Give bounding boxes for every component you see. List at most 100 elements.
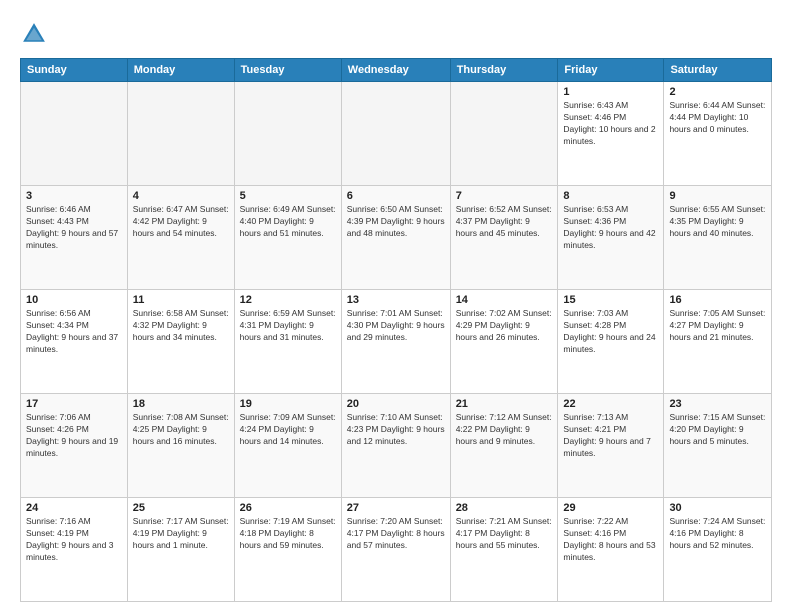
day-info: Sunrise: 7:09 AM Sunset: 4:24 PM Dayligh… bbox=[240, 412, 336, 448]
day-info: Sunrise: 6:47 AM Sunset: 4:42 PM Dayligh… bbox=[133, 204, 229, 240]
day-cell: 6Sunrise: 6:50 AM Sunset: 4:39 PM Daylig… bbox=[341, 186, 450, 290]
day-cell: 26Sunrise: 7:19 AM Sunset: 4:18 PM Dayli… bbox=[234, 498, 341, 602]
day-number: 21 bbox=[456, 398, 553, 410]
day-info: Sunrise: 7:01 AM Sunset: 4:30 PM Dayligh… bbox=[347, 308, 445, 344]
day-info: Sunrise: 6:50 AM Sunset: 4:39 PM Dayligh… bbox=[347, 204, 445, 240]
header-day-sunday: Sunday bbox=[21, 59, 128, 82]
day-info: Sunrise: 6:56 AM Sunset: 4:34 PM Dayligh… bbox=[26, 308, 122, 356]
day-cell: 2 Sunrise: 6:44 AM Sunset: 4:44 PM Daylig… bbox=[664, 82, 772, 186]
day-info: Sunrise: 7:15 AM Sunset: 4:20 PM Dayligh… bbox=[669, 412, 766, 448]
day-number: 1 bbox=[563, 86, 658, 98]
day-number: 4 bbox=[133, 190, 229, 202]
day-cell: 4 Sunrise: 6:47 AM Sunset: 4:42 PM Daylig… bbox=[127, 186, 234, 290]
day-number: 10 bbox=[26, 294, 122, 306]
day-cell: 23 Sunrise: 7:15 AM Sunset: 4:20 PM Dayli… bbox=[664, 394, 772, 498]
day-info: Sunrise: 6:55 AM Sunset: 4:35 PM Dayligh… bbox=[669, 204, 766, 240]
day-info: Sunrise: 7:22 AM Sunset: 4:16 PM Dayligh… bbox=[563, 516, 658, 564]
day-cell: 28Sunrise: 7:21 AM Sunset: 4:17 PM Dayli… bbox=[450, 498, 558, 602]
day-info: Sunrise: 7:12 AM Sunset: 4:22 PM Dayligh… bbox=[456, 412, 553, 448]
day-cell: 24 Sunrise: 7:16 AM Sunset: 4:19 PM Dayli… bbox=[21, 498, 128, 602]
day-number: 19 bbox=[240, 398, 336, 410]
day-number: 8 bbox=[563, 190, 658, 202]
day-cell: 25 Sunrise: 7:17 AM Sunset: 4:19 PM Dayli… bbox=[127, 498, 234, 602]
header-day-saturday: Saturday bbox=[664, 59, 772, 82]
day-cell bbox=[450, 82, 558, 186]
day-number: 2 bbox=[669, 86, 766, 98]
day-number: 13 bbox=[347, 294, 445, 306]
day-number: 3 bbox=[26, 190, 122, 202]
day-number: 30 bbox=[669, 502, 766, 514]
header-day-friday: Friday bbox=[558, 59, 664, 82]
week-row-4: 24 Sunrise: 7:16 AM Sunset: 4:19 PM Dayli… bbox=[21, 498, 772, 602]
day-cell bbox=[21, 82, 128, 186]
day-cell: 16 Sunrise: 7:05 AM Sunset: 4:27 PM Dayli… bbox=[664, 290, 772, 394]
week-row-2: 10 Sunrise: 6:56 AM Sunset: 4:34 PM Dayli… bbox=[21, 290, 772, 394]
day-cell: 18 Sunrise: 7:08 AM Sunset: 4:25 PM Dayli… bbox=[127, 394, 234, 498]
day-info: Sunrise: 6:59 AM Sunset: 4:31 PM Dayligh… bbox=[240, 308, 336, 344]
calendar-body: 1Sunrise: 6:43 AM Sunset: 4:46 PM Daylig… bbox=[21, 82, 772, 602]
day-cell: 20 Sunrise: 7:10 AM Sunset: 4:23 PM Dayli… bbox=[341, 394, 450, 498]
day-cell bbox=[127, 82, 234, 186]
day-info: Sunrise: 6:58 AM Sunset: 4:32 PM Dayligh… bbox=[133, 308, 229, 344]
day-cell: 9 Sunrise: 6:55 AM Sunset: 4:35 PM Daylig… bbox=[664, 186, 772, 290]
day-info: Sunrise: 7:20 AM Sunset: 4:17 PM Dayligh… bbox=[347, 516, 445, 552]
day-info: Sunrise: 7:19 AM Sunset: 4:18 PM Dayligh… bbox=[240, 516, 336, 552]
day-info: Sunrise: 7:03 AM Sunset: 4:28 PM Dayligh… bbox=[563, 308, 658, 356]
day-cell: 27 Sunrise: 7:20 AM Sunset: 4:17 PM Dayli… bbox=[341, 498, 450, 602]
day-cell: 8 Sunrise: 6:53 AM Sunset: 4:36 PM Daylig… bbox=[558, 186, 664, 290]
day-cell: 14 Sunrise: 7:02 AM Sunset: 4:29 PM Dayli… bbox=[450, 290, 558, 394]
day-number: 27 bbox=[347, 502, 445, 514]
header-day-wednesday: Wednesday bbox=[341, 59, 450, 82]
page: SundayMondayTuesdayWednesdayThursdayFrid… bbox=[0, 0, 792, 612]
day-number: 9 bbox=[669, 190, 766, 202]
day-cell: 10 Sunrise: 6:56 AM Sunset: 4:34 PM Dayli… bbox=[21, 290, 128, 394]
day-info: Sunrise: 6:46 AM Sunset: 4:43 PM Dayligh… bbox=[26, 204, 122, 252]
day-number: 25 bbox=[133, 502, 229, 514]
day-info: Sunrise: 7:13 AM Sunset: 4:21 PM Dayligh… bbox=[563, 412, 658, 460]
day-number: 20 bbox=[347, 398, 445, 410]
day-number: 12 bbox=[240, 294, 336, 306]
day-cell: 22 Sunrise: 7:13 AM Sunset: 4:21 PM Dayli… bbox=[558, 394, 664, 498]
day-number: 15 bbox=[563, 294, 658, 306]
day-number: 5 bbox=[240, 190, 336, 202]
day-info: Sunrise: 7:17 AM Sunset: 4:19 PM Dayligh… bbox=[133, 516, 229, 552]
header-row: SundayMondayTuesdayWednesdayThursdayFrid… bbox=[21, 59, 772, 82]
logo bbox=[20, 20, 52, 48]
day-number: 28 bbox=[456, 502, 553, 514]
day-info: Sunrise: 7:08 AM Sunset: 4:25 PM Dayligh… bbox=[133, 412, 229, 448]
day-number: 11 bbox=[133, 294, 229, 306]
day-number: 24 bbox=[26, 502, 122, 514]
day-cell: 15 Sunrise: 7:03 AM Sunset: 4:28 PM Dayli… bbox=[558, 290, 664, 394]
day-number: 23 bbox=[669, 398, 766, 410]
day-info: Sunrise: 6:44 AM Sunset: 4:44 PM Dayligh… bbox=[669, 100, 766, 136]
day-info: Sunrise: 7:10 AM Sunset: 4:23 PM Dayligh… bbox=[347, 412, 445, 448]
header bbox=[20, 16, 772, 48]
day-number: 18 bbox=[133, 398, 229, 410]
day-number: 22 bbox=[563, 398, 658, 410]
day-cell bbox=[341, 82, 450, 186]
day-number: 7 bbox=[456, 190, 553, 202]
day-cell: 29Sunrise: 7:22 AM Sunset: 4:16 PM Dayli… bbox=[558, 498, 664, 602]
day-info: Sunrise: 7:02 AM Sunset: 4:29 PM Dayligh… bbox=[456, 308, 553, 344]
header-day-thursday: Thursday bbox=[450, 59, 558, 82]
day-cell: 3 Sunrise: 6:46 AM Sunset: 4:43 PM Daylig… bbox=[21, 186, 128, 290]
day-info: Sunrise: 6:53 AM Sunset: 4:36 PM Dayligh… bbox=[563, 204, 658, 252]
logo-icon bbox=[20, 20, 48, 48]
day-number: 14 bbox=[456, 294, 553, 306]
day-info: Sunrise: 6:52 AM Sunset: 4:37 PM Dayligh… bbox=[456, 204, 553, 240]
day-cell: 19 Sunrise: 7:09 AM Sunset: 4:24 PM Dayli… bbox=[234, 394, 341, 498]
day-info: Sunrise: 7:16 AM Sunset: 4:19 PM Dayligh… bbox=[26, 516, 122, 564]
day-cell: 11 Sunrise: 6:58 AM Sunset: 4:32 PM Dayli… bbox=[127, 290, 234, 394]
calendar: SundayMondayTuesdayWednesdayThursdayFrid… bbox=[20, 58, 772, 602]
day-number: 17 bbox=[26, 398, 122, 410]
header-day-tuesday: Tuesday bbox=[234, 59, 341, 82]
day-cell: 17Sunrise: 7:06 AM Sunset: 4:26 PM Dayli… bbox=[21, 394, 128, 498]
day-number: 16 bbox=[669, 294, 766, 306]
day-cell: 12 Sunrise: 6:59 AM Sunset: 4:31 PM Dayli… bbox=[234, 290, 341, 394]
day-cell: 5Sunrise: 6:49 AM Sunset: 4:40 PM Daylig… bbox=[234, 186, 341, 290]
week-row-1: 3 Sunrise: 6:46 AM Sunset: 4:43 PM Daylig… bbox=[21, 186, 772, 290]
day-info: Sunrise: 7:24 AM Sunset: 4:16 PM Dayligh… bbox=[669, 516, 766, 552]
week-row-0: 1Sunrise: 6:43 AM Sunset: 4:46 PM Daylig… bbox=[21, 82, 772, 186]
day-cell: 30 Sunrise: 7:24 AM Sunset: 4:16 PM Dayli… bbox=[664, 498, 772, 602]
day-info: Sunrise: 7:05 AM Sunset: 4:27 PM Dayligh… bbox=[669, 308, 766, 344]
